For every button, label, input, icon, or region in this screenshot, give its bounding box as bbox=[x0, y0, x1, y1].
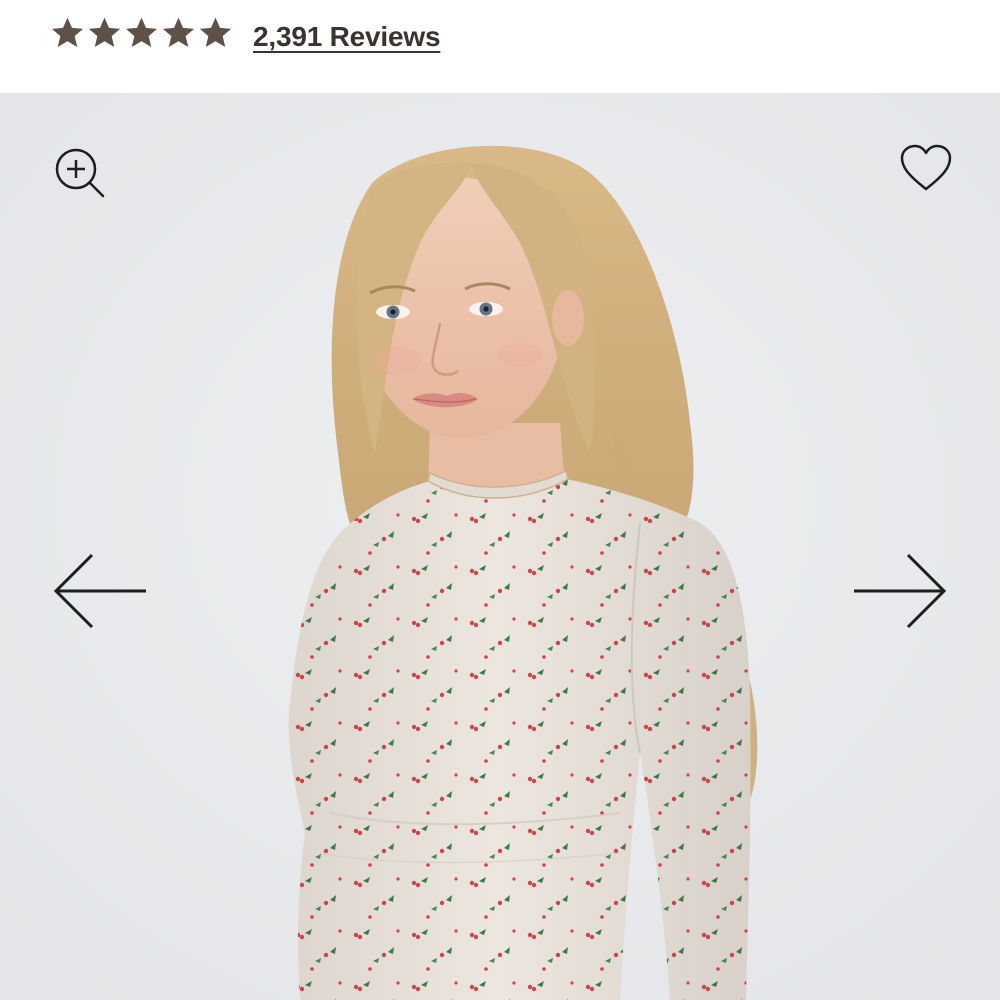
rating-bar: 2,391 Reviews bbox=[0, 0, 1000, 93]
star-rating bbox=[50, 15, 233, 50]
star-icon bbox=[87, 15, 122, 50]
star-icon bbox=[50, 15, 85, 50]
zoom-in-icon[interactable] bbox=[52, 145, 108, 201]
reviews-link[interactable]: 2,391 Reviews bbox=[253, 21, 441, 53]
product-image-gallery[interactable] bbox=[0, 93, 1000, 1000]
arrow-right-icon[interactable] bbox=[850, 549, 950, 633]
arrow-left-icon[interactable] bbox=[50, 549, 150, 633]
star-icon bbox=[161, 15, 196, 50]
product-photo bbox=[0, 93, 1000, 1000]
star-icon bbox=[198, 15, 233, 50]
star-icon bbox=[124, 15, 159, 50]
heart-outline-icon[interactable] bbox=[898, 143, 954, 193]
